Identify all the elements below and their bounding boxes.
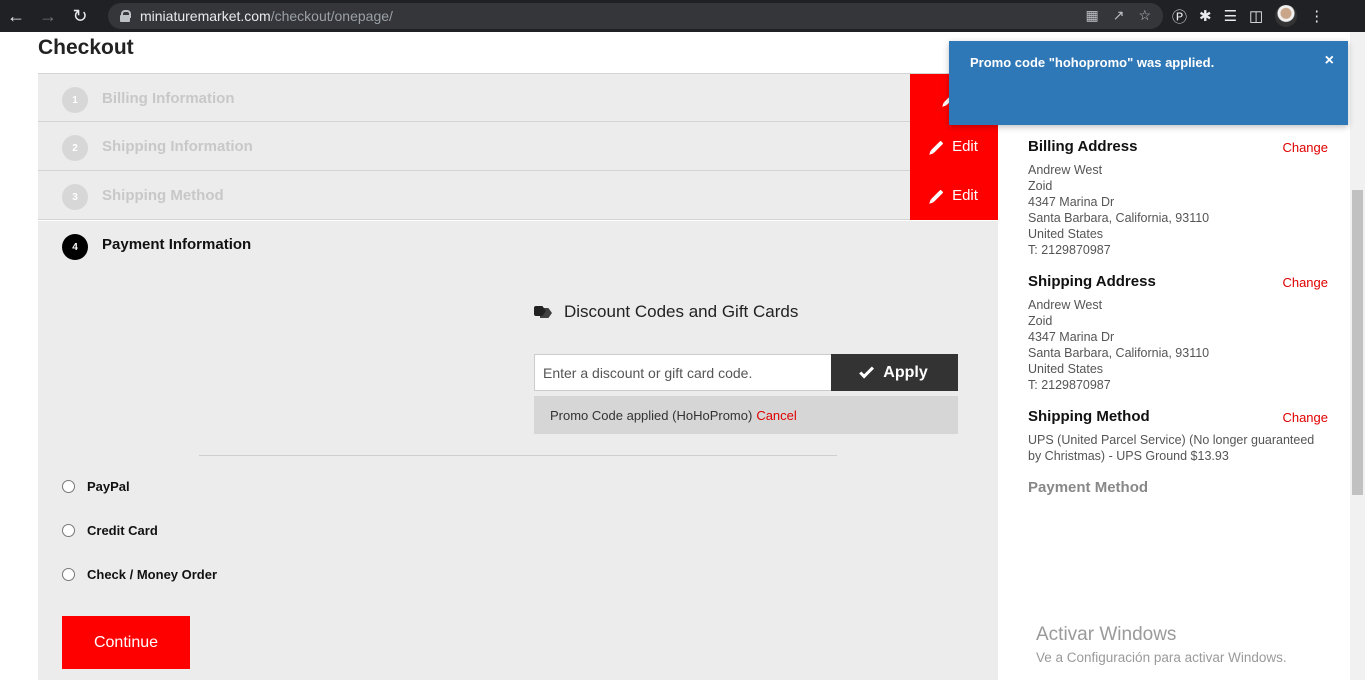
shipping-method-line: UPS (United Parcel Service) (No longer g… — [1028, 433, 1315, 447]
reading-list-icon[interactable]: ☰ — [1224, 7, 1237, 25]
browser-toolbar: ← → ↻ miniaturemarket.com/checkout/onepa… — [0, 0, 1365, 32]
page-title: Checkout — [38, 36, 134, 59]
payment-information-section: 4 Payment Information Discount Codes and… — [38, 221, 998, 680]
address-line: Santa Barbara, California, 93110 — [1028, 211, 1210, 225]
divider — [199, 455, 837, 456]
forward-icon[interactable]: → — [32, 0, 64, 32]
step-title: Shipping Method — [102, 187, 224, 204]
edit-shipping-method-button[interactable]: Edit — [910, 171, 998, 220]
continue-button[interactable]: Continue — [62, 616, 190, 669]
address-line: 4347 Marina Dr — [1028, 330, 1115, 344]
back-icon[interactable]: ← — [0, 0, 32, 32]
apply-button[interactable]: Apply — [831, 354, 958, 391]
edit-label: Edit — [952, 138, 978, 155]
address-line: T: 2129870987 — [1028, 243, 1111, 257]
shipping-method-summary: Shipping Method Change UPS (United Parce… — [1028, 408, 1328, 464]
windows-activation-watermark: Activar Windows Ve a Configuración para … — [1036, 624, 1287, 665]
address-line: United States — [1028, 362, 1104, 376]
radio-button[interactable] — [62, 480, 75, 493]
translate-icon[interactable]: ▦ — [1085, 7, 1098, 24]
order-summary-sidebar: Billing Address Change Andrew West Zoid … — [998, 32, 1350, 680]
side-panel-icon[interactable]: ◫ — [1249, 7, 1263, 25]
tags-icon — [534, 305, 554, 319]
share-icon[interactable]: ↗ — [1113, 7, 1125, 24]
close-icon[interactable]: × — [1325, 52, 1334, 70]
discount-heading-label: Discount Codes and Gift Cards — [564, 302, 799, 321]
bookmark-star-icon[interactable]: ☆ — [1138, 7, 1151, 24]
change-billing-link[interactable]: Change — [1282, 140, 1328, 155]
address-line: Andrew West — [1028, 298, 1103, 312]
payment-option-label: Check / Money Order — [87, 567, 218, 582]
billing-address-summary: Billing Address Change Andrew West Zoid … — [1028, 138, 1328, 258]
step-number: 2 — [62, 135, 88, 161]
checkout-page: Checkout 1 Billing Information 2 Shippin… — [0, 32, 1365, 680]
step-shipping-method[interactable]: 3 Shipping Method Edit — [38, 171, 998, 220]
toast-message: Promo code "hohopromo" was applied. — [970, 55, 1215, 70]
address-line: Andrew West — [1028, 163, 1103, 177]
step-title: Billing Information — [102, 90, 235, 107]
shipping-address-summary: Shipping Address Change Andrew West Zoid… — [1028, 273, 1328, 393]
promo-cancel-link[interactable]: Cancel — [756, 408, 796, 423]
payment-method-summary: Payment Method — [1028, 479, 1328, 496]
url-host: miniaturemarket.com — [140, 8, 271, 24]
discount-code-input[interactable] — [534, 354, 832, 391]
payment-option-credit-card[interactable]: Credit Card — [62, 523, 158, 538]
change-shipping-link[interactable]: Change — [1282, 275, 1328, 290]
edit-label: Edit — [952, 187, 978, 204]
step-number: 1 — [62, 87, 88, 113]
address-line: 4347 Marina Dr — [1028, 195, 1115, 209]
address-line: T: 2129870987 — [1028, 378, 1111, 392]
watermark-subtitle: Ve a Configuración para activar Windows. — [1036, 650, 1287, 665]
payment-option-paypal[interactable]: PayPal — [62, 479, 130, 494]
change-shipping-method-link[interactable]: Change — [1282, 410, 1328, 425]
scrollbar-thumb[interactable] — [1352, 190, 1363, 495]
step-number: 4 — [62, 234, 88, 260]
promo-applied-text: Promo Code applied (HoHoPromo) — [550, 407, 753, 423]
address-line: United States — [1028, 227, 1104, 241]
url-path: /checkout/onepage/ — [270, 8, 393, 24]
extensions-puzzle-icon[interactable]: ✱ — [1199, 7, 1212, 25]
address-line: Santa Barbara, California, 93110 — [1028, 346, 1210, 360]
checkmark-icon — [859, 363, 875, 379]
step-shipping-info[interactable]: 2 Shipping Information Edit — [38, 122, 998, 171]
watermark-title: Activar Windows — [1036, 624, 1177, 645]
payment-option-label: Credit Card — [87, 523, 158, 538]
apply-label: Apply — [883, 363, 928, 381]
payment-method-title: Payment Method — [1028, 479, 1149, 496]
address-bar[interactable]: miniaturemarket.com/checkout/onepage/ ▦ … — [108, 3, 1163, 29]
promo-toast-notification: Promo code "hohopromo" was applied. × — [949, 41, 1348, 125]
radio-button[interactable] — [62, 568, 75, 581]
step-title: Shipping Information — [102, 138, 253, 155]
discount-heading: Discount Codes and Gift Cards — [534, 302, 798, 322]
payment-option-label: PayPal — [87, 479, 130, 494]
extension-w-icon[interactable]: Ⓟ — [1172, 6, 1187, 27]
checkout-steps: 1 Billing Information 2 Shipping Informa… — [38, 73, 998, 220]
shipping-method-line: by Christmas) - UPS Ground $13.93 — [1028, 449, 1229, 463]
step-number: 3 — [62, 184, 88, 210]
address-line: Zoid — [1028, 314, 1053, 328]
reload-icon[interactable]: ↻ — [64, 0, 96, 32]
step-billing[interactable]: 1 Billing Information — [38, 73, 998, 123]
promo-applied-notice: Promo Code applied (HoHoPromo) Cancel — [534, 396, 958, 434]
pencil-icon — [930, 140, 944, 153]
address-line: Zoid — [1028, 179, 1053, 193]
radio-button[interactable] — [62, 524, 75, 537]
edit-shipping-info-button[interactable]: Edit — [910, 122, 998, 171]
pencil-icon — [930, 189, 944, 202]
menu-kebab-icon[interactable]: ⋮ — [1309, 7, 1324, 25]
lock-icon — [120, 10, 131, 22]
payment-option-check[interactable]: Check / Money Order — [62, 567, 217, 582]
step-title: Payment Information — [102, 236, 252, 253]
profile-avatar[interactable] — [1275, 5, 1298, 27]
